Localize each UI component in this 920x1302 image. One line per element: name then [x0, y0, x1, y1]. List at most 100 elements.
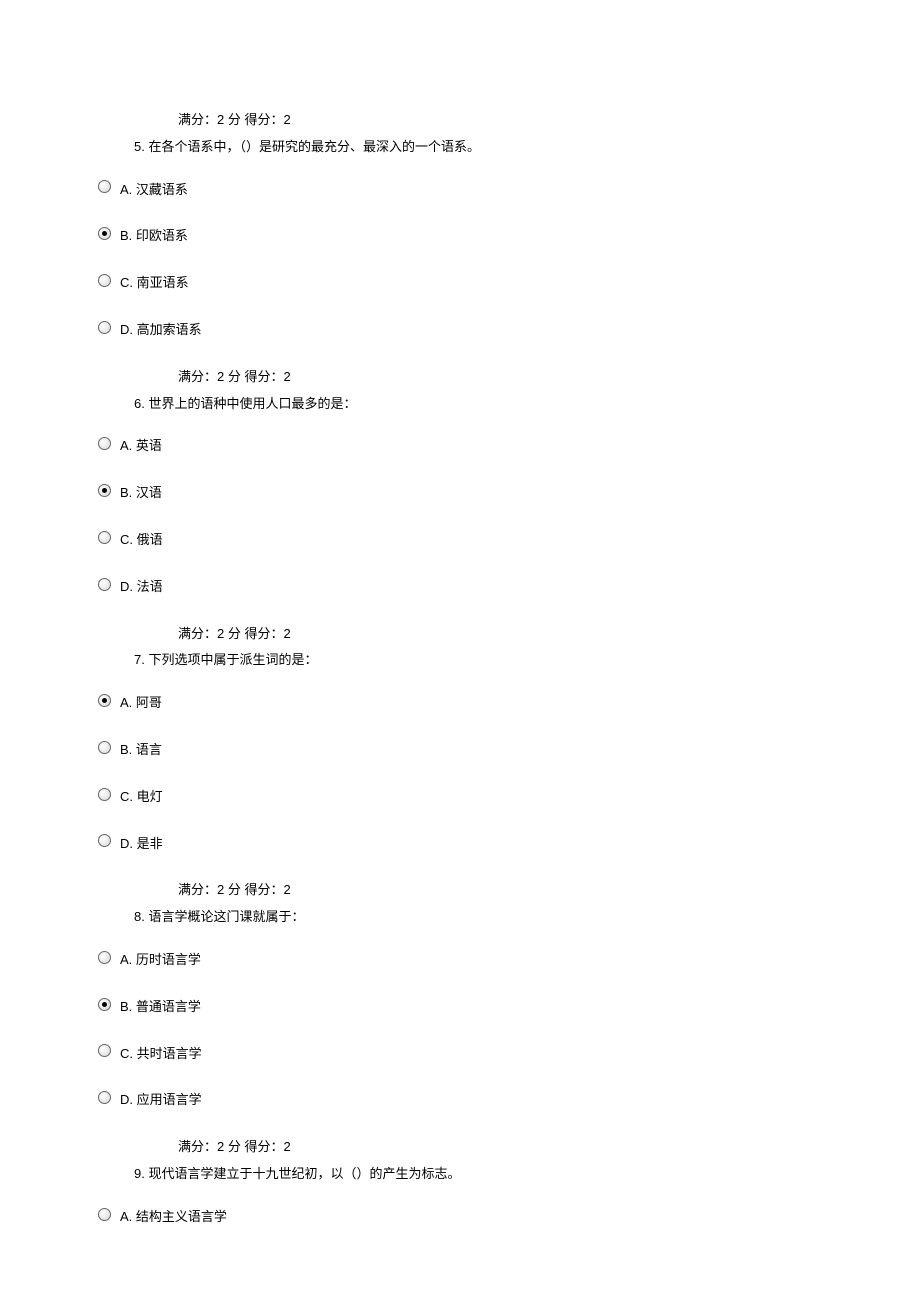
radio-wrap	[98, 788, 120, 801]
option-row: A. 结构主义语言学	[98, 1207, 920, 1228]
option-letter: D.	[120, 1092, 137, 1107]
radio-wrap	[98, 834, 120, 847]
radio-button[interactable]	[98, 788, 111, 801]
option-letter: D.	[120, 579, 137, 594]
option-letter: B.	[120, 228, 136, 243]
radio-button[interactable]	[98, 274, 111, 287]
option-text: 共时语言学	[137, 1046, 202, 1061]
score-line: 满分：2 分 得分：2	[178, 367, 920, 388]
radio-wrap	[98, 578, 120, 591]
option-row: B. 印欧语系	[98, 226, 920, 247]
option-text: 结构主义语言学	[136, 1209, 227, 1224]
option-row: B. 普通语言学	[98, 997, 920, 1018]
radio-button[interactable]	[98, 998, 111, 1011]
option-text: 普通语言学	[136, 999, 201, 1014]
option-letter: C.	[120, 532, 137, 547]
radio-button[interactable]	[98, 180, 111, 193]
radio-wrap	[98, 1208, 120, 1221]
option-row: D. 法语	[98, 577, 920, 598]
option-text: 高加索语系	[137, 322, 202, 337]
option-letter: B.	[120, 742, 136, 757]
question-text: 6. 世界上的语种中使用人口最多的是：	[134, 394, 920, 415]
option-label: B. 印欧语系	[120, 226, 188, 247]
option-text: 英语	[136, 438, 162, 453]
score-line: 满分：2 分 得分：2	[178, 1137, 920, 1158]
radio-wrap	[98, 531, 120, 544]
option-letter: A.	[120, 952, 136, 967]
option-label: C. 共时语言学	[120, 1044, 202, 1065]
option-label: A. 阿哥	[120, 693, 162, 714]
radio-wrap	[98, 227, 120, 240]
option-text: 阿哥	[136, 695, 162, 710]
option-row: D. 是非	[98, 834, 920, 855]
option-text: 汉语	[136, 485, 162, 500]
radio-wrap	[98, 1091, 120, 1104]
score-line: 满分：2 分 得分：2	[178, 880, 920, 901]
radio-wrap	[98, 951, 120, 964]
radio-button[interactable]	[98, 1208, 111, 1221]
radio-wrap	[98, 274, 120, 287]
option-text: 电灯	[137, 789, 163, 804]
radio-button[interactable]	[98, 484, 111, 497]
option-row: B. 汉语	[98, 483, 920, 504]
radio-wrap	[98, 998, 120, 1011]
option-row: C. 俄语	[98, 530, 920, 551]
option-text: 南亚语系	[137, 275, 189, 290]
radio-wrap	[98, 437, 120, 450]
option-label: C. 电灯	[120, 787, 163, 808]
option-label: C. 南亚语系	[120, 273, 189, 294]
option-row: C. 共时语言学	[98, 1044, 920, 1065]
option-label: A. 汉藏语系	[120, 180, 188, 201]
radio-button[interactable]	[98, 531, 111, 544]
option-label: C. 俄语	[120, 530, 163, 551]
radio-wrap	[98, 694, 120, 707]
option-letter: D.	[120, 322, 137, 337]
radio-wrap	[98, 484, 120, 497]
option-row: D. 应用语言学	[98, 1090, 920, 1111]
radio-button[interactable]	[98, 834, 111, 847]
radio-button[interactable]	[98, 951, 111, 964]
option-text: 俄语	[137, 532, 163, 547]
radio-button[interactable]	[98, 741, 111, 754]
radio-button[interactable]	[98, 1044, 111, 1057]
option-label: B. 语言	[120, 740, 162, 761]
option-label: D. 法语	[120, 577, 163, 598]
option-letter: A.	[120, 438, 136, 453]
option-row: C. 电灯	[98, 787, 920, 808]
option-letter: C.	[120, 275, 137, 290]
option-text: 法语	[137, 579, 163, 594]
score-line: 满分：2 分 得分：2	[178, 110, 920, 131]
option-row: B. 语言	[98, 740, 920, 761]
option-label: A. 结构主义语言学	[120, 1207, 227, 1228]
option-row: A. 历时语言学	[98, 950, 920, 971]
option-label: D. 是非	[120, 834, 163, 855]
option-text: 应用语言学	[137, 1092, 202, 1107]
option-letter: D.	[120, 836, 137, 851]
option-text: 历时语言学	[136, 952, 201, 967]
option-label: A. 英语	[120, 436, 162, 457]
quiz-content: 满分：2 分 得分：25. 在各个语系中，（）是研究的最充分、最深入的一个语系。…	[98, 110, 920, 1228]
radio-wrap	[98, 180, 120, 193]
option-text: 印欧语系	[136, 228, 188, 243]
option-text: 是非	[137, 836, 163, 851]
option-letter: A.	[120, 1209, 136, 1224]
option-row: D. 高加索语系	[98, 320, 920, 341]
radio-button[interactable]	[98, 321, 111, 334]
option-label: D. 应用语言学	[120, 1090, 202, 1111]
option-text: 语言	[136, 742, 162, 757]
option-row: A. 阿哥	[98, 693, 920, 714]
radio-button[interactable]	[98, 694, 111, 707]
option-row: A. 英语	[98, 436, 920, 457]
radio-button[interactable]	[98, 1091, 111, 1104]
option-text: 汉藏语系	[136, 182, 188, 197]
score-line: 满分：2 分 得分：2	[178, 624, 920, 645]
question-text: 7. 下列选项中属于派生词的是：	[134, 650, 920, 671]
radio-button[interactable]	[98, 437, 111, 450]
option-label: A. 历时语言学	[120, 950, 201, 971]
question-text: 9. 现代语言学建立于十九世纪初，以（）的产生为标志。	[134, 1164, 920, 1185]
radio-button[interactable]	[98, 227, 111, 240]
option-letter: C.	[120, 1046, 137, 1061]
radio-button[interactable]	[98, 578, 111, 591]
option-label: D. 高加索语系	[120, 320, 202, 341]
option-label: B. 汉语	[120, 483, 162, 504]
